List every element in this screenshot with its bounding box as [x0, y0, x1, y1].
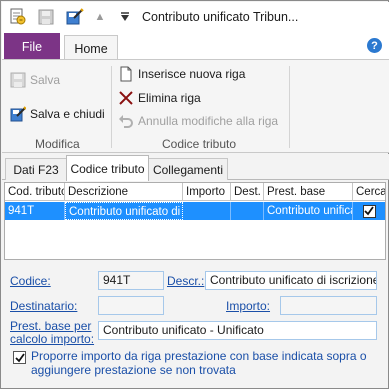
salva-chiudi-button[interactable]: Salva e chiudi [10, 104, 105, 124]
tab-file[interactable]: File [4, 33, 60, 60]
codice-field[interactable]: 941T [98, 271, 164, 290]
delete-x-icon [118, 90, 134, 106]
codice-label: Codice: [10, 274, 51, 288]
cell-cerca[interactable] [353, 202, 385, 220]
salva-button[interactable]: Salva [10, 70, 60, 90]
group-separator [289, 66, 290, 148]
column-header-importo[interactable]: Importo [183, 183, 231, 200]
tab-home[interactable]: Home [64, 35, 118, 61]
descr-field[interactable]: Contributo unificato di iscrizione a ruo… [205, 271, 377, 290]
window-title: Contributo unificato Tribun... [142, 10, 299, 24]
elimina-riga-label: Elimina riga [138, 91, 201, 105]
cell-dest[interactable] [231, 202, 264, 220]
new-document-icon [118, 66, 134, 82]
arrow-up-icon[interactable]: ▲ [90, 7, 110, 27]
annulla-modifiche-button[interactable]: Annulla modifiche alla riga [118, 111, 278, 131]
tab-dati-f23[interactable]: Dati F23 [5, 158, 67, 180]
destinatario-field[interactable] [98, 296, 164, 315]
inserisci-riga-label: Inserisce nuova riga [138, 67, 246, 81]
salva-label: Salva [30, 73, 61, 87]
group-label-modifica: Modifica [35, 137, 80, 151]
save-icon [10, 72, 26, 88]
checkmark-icon [14, 352, 25, 362]
proporre-checkbox[interactable] [13, 351, 26, 364]
elimina-riga-button[interactable]: Elimina riga [118, 88, 201, 108]
ribbon-panel: Salva Salva e chiudi Modifica Inserisce … [2, 59, 389, 153]
importo-label: Importo: [226, 299, 271, 313]
tab-collegamenti[interactable]: Collegamenti [148, 158, 228, 180]
proporre-label: Proporre importo da riga prestazione con… [31, 349, 367, 363]
title-bar: ▲ Contributo unificato Tribun... [2, 2, 389, 33]
save-quick-icon[interactable] [36, 7, 56, 27]
cell-cod-tributo[interactable]: 941T [5, 202, 65, 220]
group-label-codice-tributo: Codice tributo [162, 137, 237, 151]
group-separator [111, 66, 112, 148]
content-tab-strip: Dati F23 Codice tributo Collegamenti [2, 154, 389, 181]
undo-icon [118, 113, 134, 129]
cerca-checkbox[interactable] [362, 204, 376, 218]
cell-descrizione[interactable]: Contributo unificato di iscrizione a ruo… [65, 202, 183, 220]
window-frame: ▲ Contributo unificato Tribun... File Ho… [0, 0, 389, 389]
cell-importo[interactable] [183, 202, 231, 220]
prest-base-field[interactable]: Contributo unificato - Unificato [98, 321, 377, 340]
salva-chiudi-label: Salva e chiudi [30, 107, 105, 121]
column-header-descrizione[interactable]: Descrizione [65, 183, 183, 200]
save-close-quick-icon[interactable] [65, 7, 85, 27]
codice-tributo-grid[interactable]: Cod. tributo Descrizione Importo Dest. P… [4, 182, 386, 260]
column-header-cod-tributo[interactable]: Cod. tributo [5, 183, 65, 200]
checkmark-icon [364, 206, 374, 216]
grid-header: Cod. tributo Descrizione Importo Dest. P… [5, 183, 385, 201]
customize-quick-access-icon[interactable] [115, 7, 135, 27]
column-header-dest[interactable]: Dest. [231, 183, 264, 200]
column-header-prest-base[interactable]: Prest. base [264, 183, 353, 200]
table-row[interactable]: 941T Contributo unificato di iscrizione … [5, 202, 385, 220]
inserisci-riga-button[interactable]: Inserisce nuova riga [118, 64, 245, 84]
ribbon-tab-row: File Home ? [2, 33, 389, 61]
destinatario-label: Destinatario: [10, 299, 78, 313]
descr-label: Descr.: [167, 274, 205, 288]
prest-base-label-2: calcolo importo: [10, 332, 95, 346]
help-icon[interactable]: ? [367, 38, 382, 53]
cell-prest-base[interactable]: Contributo unificato [264, 202, 353, 220]
proporre-label-2: aggiungere prestazione se non trovata [31, 363, 236, 377]
save-close-icon [10, 106, 26, 122]
prest-base-label: Prest. base per [10, 319, 92, 333]
app-icon[interactable] [8, 7, 28, 27]
annulla-modifiche-label: Annulla modifiche alla riga [138, 114, 279, 128]
importo-field[interactable] [280, 296, 377, 315]
tab-codice-tributo[interactable]: Codice tributo [66, 155, 149, 181]
column-header-cerca[interactable]: Cerca [353, 183, 385, 200]
